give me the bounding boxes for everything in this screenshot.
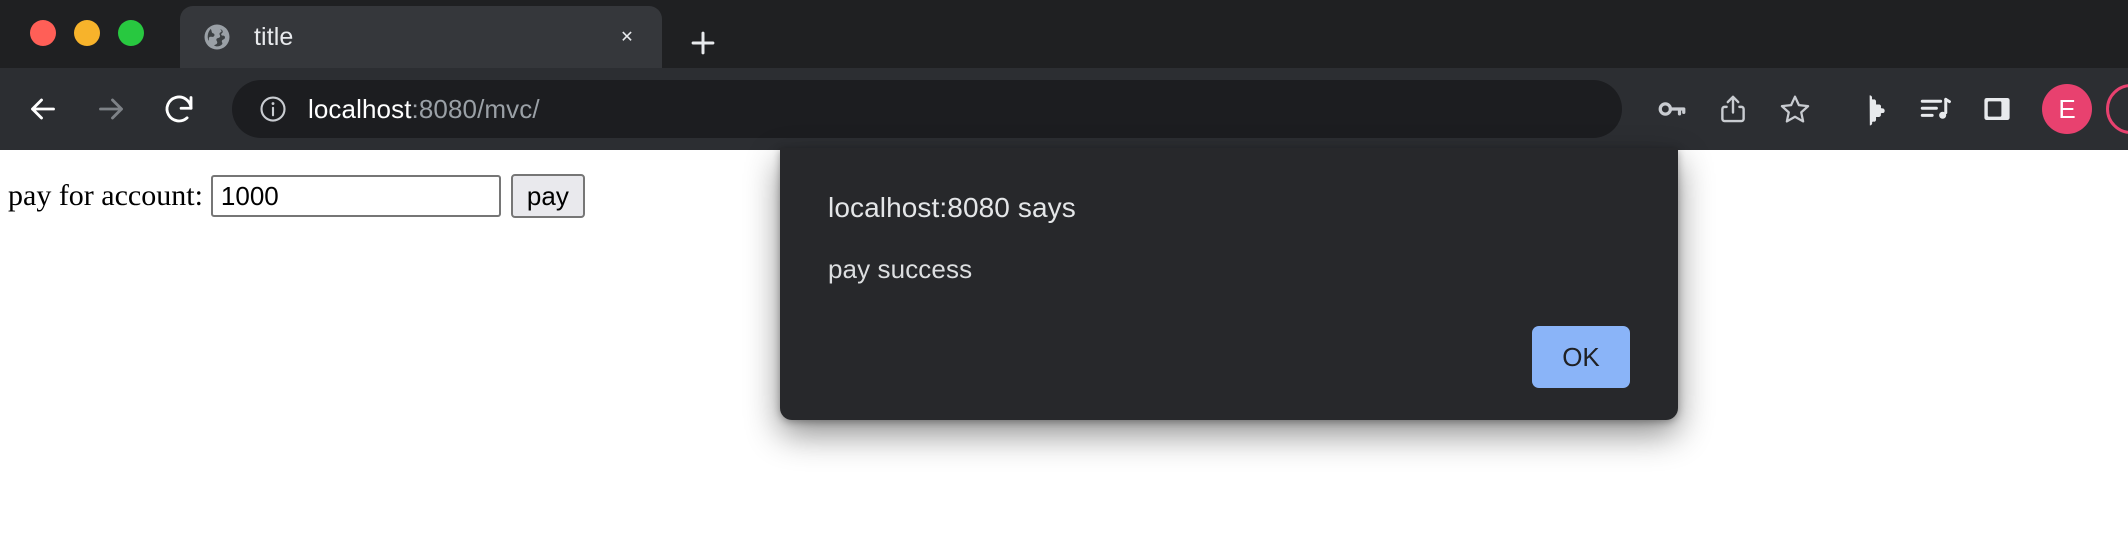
toolbar-actions: E — [1640, 78, 2128, 140]
side-panel-icon[interactable] — [1966, 78, 2028, 140]
dialog-message: pay success — [828, 254, 973, 284]
pay-form-label: pay for account: — [8, 179, 203, 212]
forward-button[interactable] — [80, 78, 142, 140]
info-circle-icon[interactable] — [258, 94, 288, 124]
avatar-secondary[interactable] — [2106, 84, 2128, 134]
extensions-puzzle-icon[interactable] — [1842, 78, 1904, 140]
window-minimize-button[interactable] — [74, 20, 100, 46]
globe-icon — [202, 22, 232, 52]
address-bar-url: localhost:8080/mvc/ — [308, 94, 540, 125]
pay-submit-button[interactable]: pay — [510, 174, 585, 218]
arrow-right-icon — [99, 98, 123, 120]
browser-toolbar: localhost:8080/mvc/ E — [0, 68, 2128, 150]
window-controls — [0, 20, 144, 68]
avatar[interactable]: E — [2042, 84, 2092, 134]
arrow-left-icon — [31, 98, 55, 120]
tab-close-button[interactable]: ✕ — [610, 20, 644, 54]
browser-tab-active[interactable]: title ✕ — [180, 6, 662, 68]
new-tab-button[interactable] — [680, 20, 726, 66]
dialog-ok-button[interactable]: OK — [1532, 326, 1630, 388]
bookmark-star-icon[interactable] — [1764, 78, 1826, 140]
share-icon[interactable] — [1702, 78, 1764, 140]
address-bar[interactable]: localhost:8080/mvc/ — [232, 80, 1622, 138]
window-maximize-button[interactable] — [118, 20, 144, 46]
pay-amount-input[interactable] — [210, 175, 501, 217]
reload-button[interactable] — [148, 78, 210, 140]
tab-strip: title ✕ — [0, 0, 2128, 68]
url-host: localhost — [308, 93, 412, 124]
media-control-icon[interactable] — [1904, 78, 1966, 140]
javascript-alert-dialog: localhost:8080 says pay success OK — [780, 148, 1678, 420]
back-button[interactable] — [12, 78, 74, 140]
browser-window: title ✕ localhost:8080/mvc/ E pay for ac… — [0, 0, 2128, 540]
tab-title: title — [254, 22, 294, 51]
reload-icon — [165, 95, 193, 123]
dialog-origin-title: localhost:8080 says — [828, 192, 1076, 223]
window-close-button[interactable] — [30, 20, 56, 46]
dialog-actions: OK — [828, 326, 1630, 420]
password-key-icon[interactable] — [1640, 78, 1702, 140]
url-path: :8080/mvc/ — [411, 93, 540, 124]
